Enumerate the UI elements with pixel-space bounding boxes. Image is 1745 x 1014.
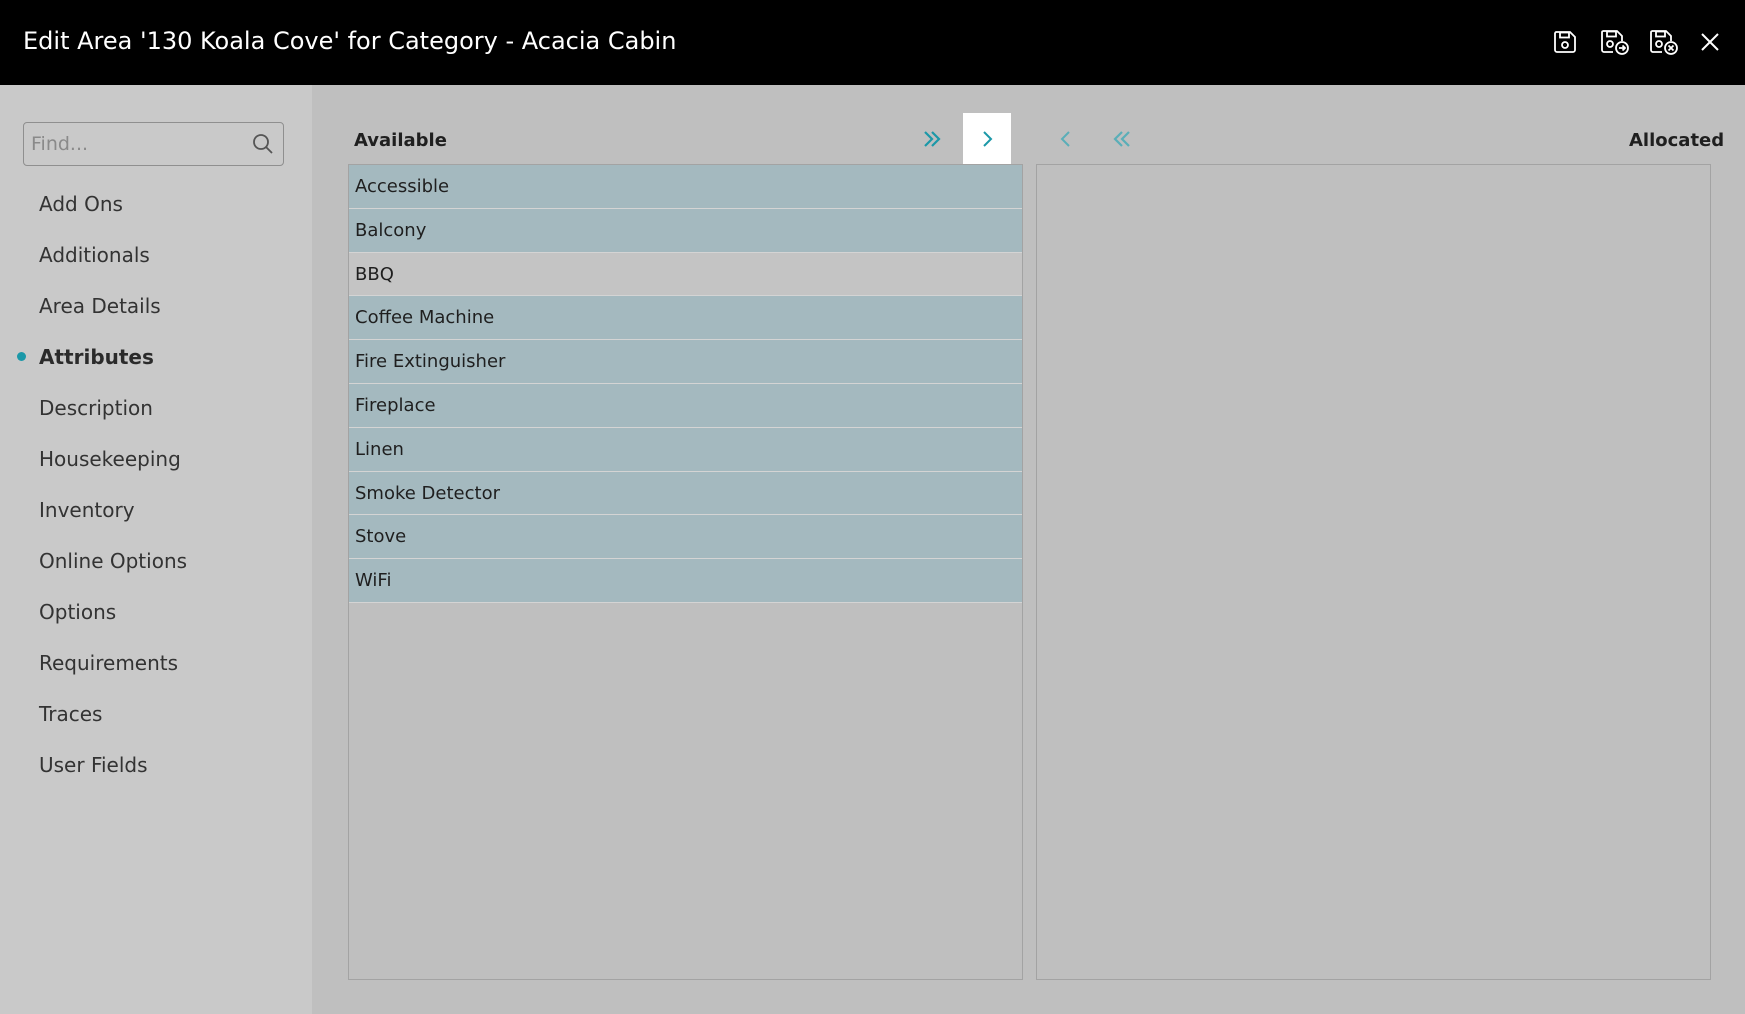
move-all-right-button[interactable]: [908, 113, 956, 165]
search-icon[interactable]: [252, 133, 274, 155]
sidebar-item-housekeeping[interactable]: Housekeeping: [39, 444, 181, 474]
sidebar-item-online-options[interactable]: Online Options: [39, 546, 187, 576]
sidebar-item-traces[interactable]: Traces: [39, 699, 102, 729]
list-item-bbq[interactable]: BBQ: [349, 252, 1022, 297]
close-icon: [1701, 33, 1719, 51]
save-button[interactable]: [1548, 25, 1582, 59]
sidebar-item-requirements[interactable]: Requirements: [39, 648, 178, 678]
window-header: Edit Area '130 Koala Cove' for Category …: [0, 0, 1745, 85]
save-icon: [1554, 31, 1576, 53]
sidebar-item-attributes[interactable]: Attributes: [39, 342, 154, 372]
search-box[interactable]: [23, 122, 284, 166]
available-label: Available: [354, 130, 447, 151]
list-item-wifi[interactable]: WiFi: [349, 559, 1022, 603]
list-item-coffee-machine[interactable]: Coffee Machine: [349, 296, 1022, 341]
sidebar-item-description[interactable]: Description: [39, 393, 153, 423]
sidebar-item-user-fields[interactable]: User Fields: [39, 750, 148, 780]
save-and-new-button[interactable]: [1598, 25, 1632, 59]
sidebar-item-area-details[interactable]: Area Details: [39, 291, 161, 321]
sidebar-item-add-ons[interactable]: Add Ons: [39, 189, 123, 219]
list-item-stove[interactable]: Stove: [349, 515, 1022, 560]
chevron-right-icon: [983, 131, 993, 147]
list-item-balcony[interactable]: Balcony: [349, 208, 1022, 253]
move-all-left-button[interactable]: [1098, 113, 1146, 165]
search-input[interactable]: [24, 123, 244, 165]
save-and-close-icon: [1650, 30, 1678, 55]
list-item-linen[interactable]: Linen: [349, 427, 1022, 472]
window-title: Edit Area '130 Koala Cove' for Category …: [23, 27, 677, 55]
sidebar-item-additionals[interactable]: Additionals: [39, 240, 150, 270]
list-item-accessible[interactable]: Accessible: [349, 165, 1022, 209]
move-right-button[interactable]: [963, 113, 1011, 165]
allocated-label: Allocated: [1629, 130, 1725, 151]
save-and-close-button[interactable]: [1647, 25, 1681, 59]
close-button[interactable]: [1693, 25, 1727, 59]
save-and-new-icon: [1601, 30, 1629, 55]
sidebar-item-options[interactable]: Options: [39, 597, 116, 627]
move-left-button[interactable]: [1042, 113, 1090, 165]
double-chevron-left-icon: [1113, 131, 1130, 147]
chevron-left-icon: [1060, 131, 1070, 147]
list-item-smoke-detector[interactable]: Smoke Detector: [349, 471, 1022, 516]
active-indicator: [17, 352, 26, 361]
list-item-fire-extinguisher[interactable]: Fire Extinguisher: [349, 340, 1022, 384]
available-list[interactable]: Accessible Balcony BBQ Coffee Machine Fi…: [348, 164, 1023, 980]
double-chevron-right-icon: [924, 131, 941, 147]
list-item-fireplace[interactable]: Fireplace: [349, 383, 1022, 428]
sidebar: Add Ons Additionals Area Details Attribu…: [0, 85, 312, 1014]
sidebar-item-inventory[interactable]: Inventory: [39, 495, 135, 525]
allocated-list[interactable]: [1036, 164, 1711, 980]
